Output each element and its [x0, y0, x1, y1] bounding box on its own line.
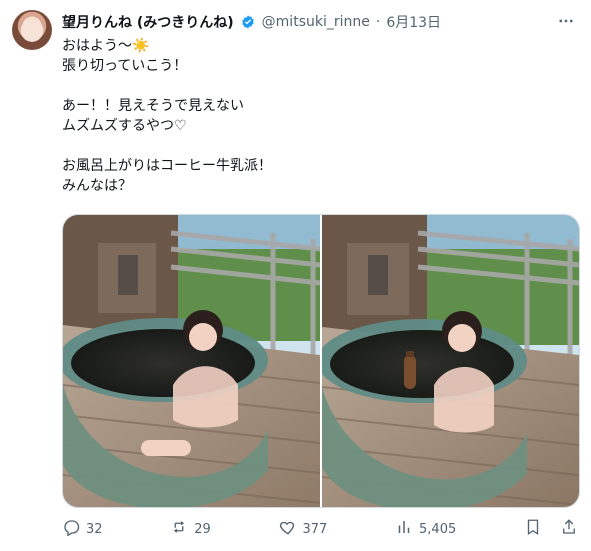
tweet-photo-2[interactable] — [322, 215, 579, 507]
tweet-photo-1[interactable] — [63, 215, 320, 507]
separator-dot: · — [375, 14, 381, 30]
author-handle[interactable]: @mitsuki_rinne — [262, 14, 370, 30]
reply-count: 32 — [86, 521, 103, 537]
share-icon[interactable] — [560, 518, 578, 540]
author-name[interactable]: 望月りんね (みつきりんね) — [62, 12, 234, 32]
retweet-count: 29 — [194, 521, 211, 537]
heart-icon — [279, 518, 297, 540]
like-count: 377 — [302, 521, 328, 537]
retweet-icon — [170, 518, 188, 540]
more-horizontal-icon[interactable] — [555, 12, 577, 30]
views-count: 5,405 — [419, 521, 457, 537]
right-actions — [524, 518, 578, 540]
tweet-actions: 32 29 377 5,405 — [62, 518, 578, 540]
analytics-icon — [395, 518, 413, 540]
tweet-header: 望月りんね (みつきりんね) @mitsuki_rinne · 6月13日 — [62, 12, 441, 32]
verified-badge-icon — [240, 14, 256, 30]
views-button[interactable]: 5,405 — [395, 518, 456, 540]
reply-icon — [62, 518, 80, 540]
retweet-button[interactable]: 29 — [170, 518, 211, 540]
reply-button[interactable]: 32 — [62, 518, 103, 540]
tweet-text: おはよう〜☀️ 張り切っていこう！ あー！！見えそうで見えない ムズムズするやつ… — [62, 38, 272, 194]
tweet-date[interactable]: 6月13日 — [386, 12, 441, 32]
like-button[interactable]: 377 — [279, 518, 328, 540]
media-grid — [62, 214, 580, 508]
avatar[interactable] — [12, 10, 52, 50]
bookmark-icon[interactable] — [524, 518, 542, 540]
